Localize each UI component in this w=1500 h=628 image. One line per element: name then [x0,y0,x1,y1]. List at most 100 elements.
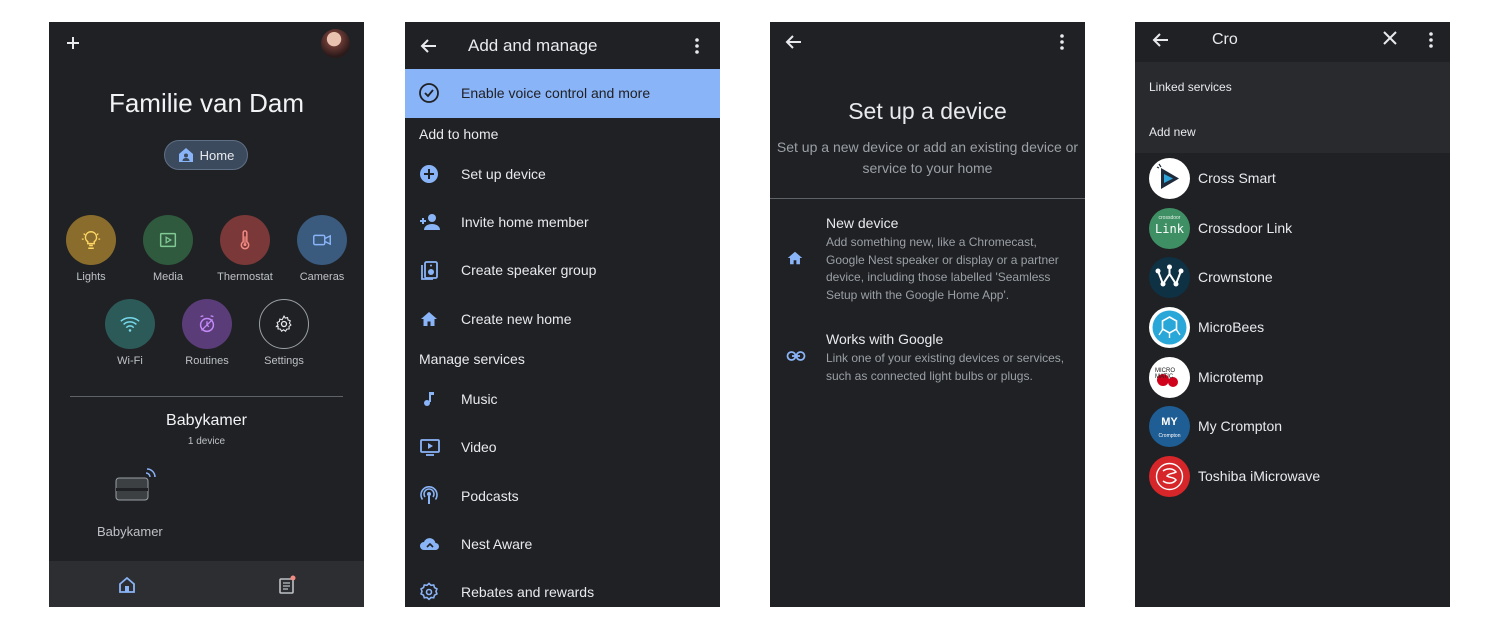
wifi-icon [105,299,155,349]
menu-item-video[interactable]: Video [405,425,720,469]
divider [70,396,343,397]
logo-text: MY [1161,416,1178,428]
more-vert-icon[interactable] [1058,32,1066,52]
option-title: Works with Google [826,331,944,347]
close-icon[interactable] [1382,30,1398,46]
crownstone-logo [1149,257,1190,298]
menu-item-label: Podcasts [461,488,519,504]
service-name: Cross Smart [1198,170,1276,186]
option-new-device[interactable]: New device Add something new, like a Chr… [770,215,1085,305]
video-icon [419,437,440,457]
nest-aware-icon [419,534,439,554]
check-badge-icon [418,82,440,104]
divider [770,198,1085,199]
service-my-crompton[interactable]: MY Crompton My Crompton [1135,402,1450,451]
category-label: Wi-Fi [117,355,143,367]
menu-item-create-home[interactable]: Create new home [405,297,720,341]
service-name: Crossdoor Link [1198,220,1293,236]
search-input[interactable]: Cro [1212,31,1238,49]
back-arrow-icon[interactable] [784,32,804,52]
toshiba-imicrowave-logo [1149,456,1190,497]
media-icon [143,215,193,265]
home-icon [419,309,439,329]
menu-item-music[interactable]: Music [405,377,720,421]
option-works-with-google[interactable]: Works with Google Link one of your exist… [770,331,1085,383]
menu-item-label: Create speaker group [461,262,597,278]
category-cameras[interactable]: Cameras [283,215,361,283]
link-icon [786,347,806,365]
menu-item-rebates[interactable]: Rebates and rewards [405,570,720,607]
search-services-screen: Cro Linked services Add new Cross Smart … [1135,22,1450,607]
service-name: MicroBees [1198,319,1265,335]
more-vert-icon[interactable] [693,36,701,56]
podcast-icon [419,486,439,506]
menu-item-label: Nest Aware [461,536,533,552]
gear-icon [259,299,309,349]
crossdoor-link-logo: crossdoor Link [1149,208,1190,249]
page-title: Add and manage [468,36,598,55]
menu-item-nest-aware[interactable]: Nest Aware [405,522,720,566]
service-microtemp[interactable]: MICRO MATIC Microtemp [1135,353,1450,402]
service-microbees[interactable]: MicroBees [1135,303,1450,352]
menu-item-label: Music [461,391,498,407]
category-label: Settings [264,355,304,367]
home-screen: Familie van Dam Home Lights Media Thermo… [49,22,364,607]
service-crownstone[interactable]: Crownstone [1135,253,1450,302]
section-manage-services: Manage services [419,351,525,367]
category-label: Thermostat [217,271,273,283]
category-thermostat[interactable]: Thermostat [206,215,284,283]
back-arrow-icon[interactable] [1151,30,1171,50]
camera-icon [297,215,347,265]
logo-small-text: crossdoor [1158,215,1181,221]
routines-icon [182,299,232,349]
my-crompton-logo: MY Crompton [1149,406,1190,447]
add-circle-icon [419,164,439,184]
device-name[interactable]: Babykamer [97,524,163,539]
menu-item-podcasts[interactable]: Podcasts [405,474,720,518]
category-routines[interactable]: Routines [168,299,246,367]
category-label: Media [153,271,183,283]
service-toshiba-imicrowave[interactable]: Toshiba iMicrowave [1135,452,1450,501]
service-cross-smart[interactable]: Cross Smart [1135,154,1450,203]
thermostat-icon [220,215,270,265]
lightbulb-icon [66,215,116,265]
category-label: Lights [76,271,106,283]
home-chip[interactable]: Home [164,140,248,170]
category-label: Routines [185,355,229,367]
more-vert-icon[interactable] [1427,30,1435,50]
add-icon[interactable] [63,33,83,53]
section-linked-services: Linked services [1149,80,1232,94]
avatar[interactable] [321,29,350,58]
home-chip-label: Home [199,147,235,163]
nav-feed-icon[interactable] [276,574,298,596]
menu-item-set-up-device[interactable]: Set up device [405,152,720,196]
nav-home-icon[interactable] [117,575,137,595]
service-crossdoor-link[interactable]: crossdoor Link Crossdoor Link [1135,204,1450,253]
menu-item-speaker-group[interactable]: Create speaker group [405,248,720,292]
category-wifi[interactable]: Wi-Fi [91,299,169,367]
category-media[interactable]: Media [129,215,207,283]
home-title: Familie van Dam [108,88,305,118]
music-note-icon [419,389,439,409]
logo-small-text: Crompton [1158,433,1181,439]
back-arrow-icon[interactable] [419,36,439,56]
service-name: My Crompton [1198,418,1283,434]
category-lights[interactable]: Lights [52,215,130,283]
category-label: Cameras [299,271,345,283]
option-title: New device [826,215,899,231]
microtemp-logo: MICRO MATIC [1149,357,1190,398]
person-add-icon [419,212,440,232]
menu-item-label: Invite home member [461,214,589,230]
voice-control-banner[interactable]: Enable voice control and more [405,69,720,118]
category-settings[interactable]: Settings [245,299,323,367]
rebates-badge-icon [419,582,439,602]
room-title: Babykamer [166,412,247,429]
menu-item-invite-member[interactable]: Invite home member [405,200,720,244]
service-name: Toshiba iMicrowave [1198,468,1321,484]
wifi-router-icon[interactable] [113,466,159,504]
cross-smart-logo [1149,158,1190,199]
page-title: Set up a device [848,98,1007,124]
option-description: Link one of your existing devices or ser… [826,351,1065,383]
logo-text: Link [1155,222,1184,236]
menu-item-label: Rebates and rewards [461,584,595,600]
